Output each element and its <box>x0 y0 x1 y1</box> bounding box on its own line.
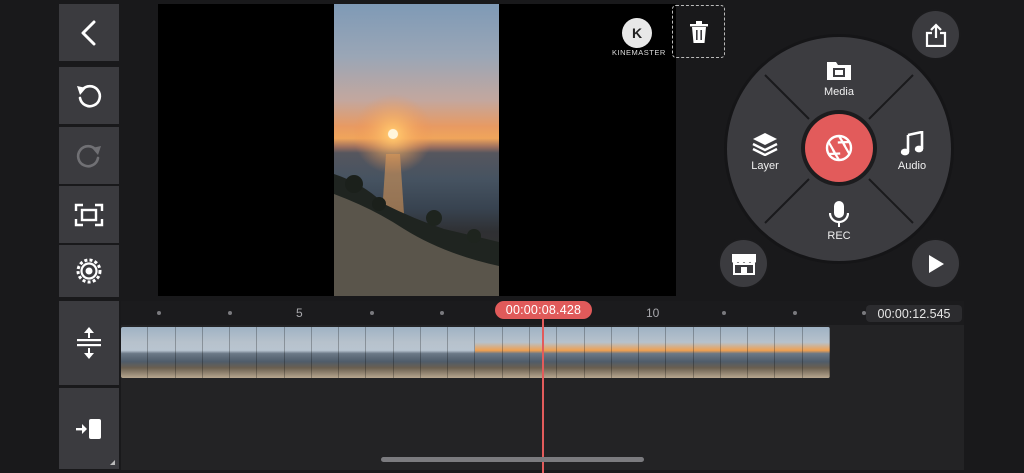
clip-thumbnail <box>666 327 694 378</box>
clip-thumbnail <box>366 327 394 378</box>
fullscreen-button[interactable] <box>59 186 119 243</box>
clip-thumbnail <box>121 327 149 378</box>
play-icon <box>928 254 944 273</box>
redo-button[interactable] <box>59 127 119 184</box>
media-button[interactable]: Media <box>804 55 874 100</box>
clip-thumbnail <box>393 327 421 378</box>
clip-thumbnail <box>339 327 367 378</box>
asset-store-button[interactable] <box>720 240 767 287</box>
expand-tracks-button[interactable] <box>59 301 119 385</box>
video-clip[interactable] <box>121 327 830 378</box>
store-icon <box>731 253 756 275</box>
clip-thumbnail <box>584 327 612 378</box>
audio-label: Audio <box>897 160 927 172</box>
media-folder-icon <box>827 62 851 80</box>
ruler-tick <box>370 311 374 315</box>
clip-thumbnail <box>693 327 721 378</box>
capture-button[interactable] <box>805 114 873 182</box>
redo-icon <box>76 144 101 167</box>
undo-button[interactable] <box>59 67 119 124</box>
current-time-indicator: 00:00:08.428 <box>495 301 592 319</box>
layer-button[interactable]: Layer <box>730 128 800 173</box>
rec-button[interactable]: REC <box>804 198 874 244</box>
corner-resize-indicator <box>110 460 115 465</box>
layers-icon <box>752 133 778 156</box>
clip-thumbnail <box>775 327 803 378</box>
share-icon <box>925 22 946 47</box>
clip-thumbnail <box>148 327 176 378</box>
clip-thumbnail <box>720 327 749 378</box>
ruler-tick <box>722 311 726 315</box>
delete-watermark-button[interactable] <box>672 5 725 58</box>
microphone-icon <box>829 201 849 227</box>
clip-thumbnail <box>257 327 285 378</box>
settings-button[interactable] <box>59 245 119 297</box>
back-button[interactable] <box>59 4 119 61</box>
kinemaster-logo: K <box>622 18 652 48</box>
rec-label: REC <box>827 230 851 242</box>
layer-label: Layer <box>751 160 779 172</box>
fullscreen-icon <box>74 203 104 226</box>
clip-thumbnail <box>230 327 258 378</box>
jump-to-start-icon <box>76 418 101 439</box>
clip-thumbnail <box>420 327 449 378</box>
trash-icon <box>689 20 708 43</box>
clip-thumbnail <box>802 327 830 378</box>
clip-thumbnail <box>202 327 231 378</box>
play-button[interactable] <box>912 240 959 287</box>
expand-vertical-icon <box>77 327 101 359</box>
clip-thumbnail <box>311 327 340 378</box>
ruler-label-5: 5 <box>296 306 303 320</box>
clip-thumbnail <box>284 327 312 378</box>
camera-shutter-icon <box>825 134 853 162</box>
clip-thumbnail <box>475 327 503 378</box>
ruler-tick <box>228 311 232 315</box>
chevron-left-icon <box>81 20 96 45</box>
media-label: Media <box>824 86 854 98</box>
clip-thumbnail <box>557 327 585 378</box>
timeline-scrollbar[interactable] <box>381 457 644 462</box>
music-note-icon <box>900 131 924 156</box>
clip-thumbnail <box>175 327 203 378</box>
watermark-text: KINEMASTER <box>612 48 666 57</box>
total-duration: 00:00:12.545 <box>866 305 962 322</box>
clip-thumbnail <box>748 327 776 378</box>
sunset-scene <box>334 84 499 296</box>
ruler-tick <box>793 311 797 315</box>
undo-icon <box>77 84 102 107</box>
clip-thumbnail <box>448 327 476 378</box>
share-button[interactable] <box>912 11 959 58</box>
ruler-tick <box>440 311 444 315</box>
ruler-label-10: 10 <box>646 306 660 320</box>
clip-thumbnail <box>611 327 640 378</box>
playhead[interactable] <box>542 317 544 473</box>
gear-icon <box>76 258 102 284</box>
preview-frame-image <box>334 4 499 296</box>
audio-button[interactable]: Audio <box>877 128 947 173</box>
jump-to-start-button[interactable] <box>59 388 119 469</box>
clip-thumbnail <box>639 327 667 378</box>
ruler-tick <box>157 311 161 315</box>
clip-thumbnail <box>502 327 530 378</box>
